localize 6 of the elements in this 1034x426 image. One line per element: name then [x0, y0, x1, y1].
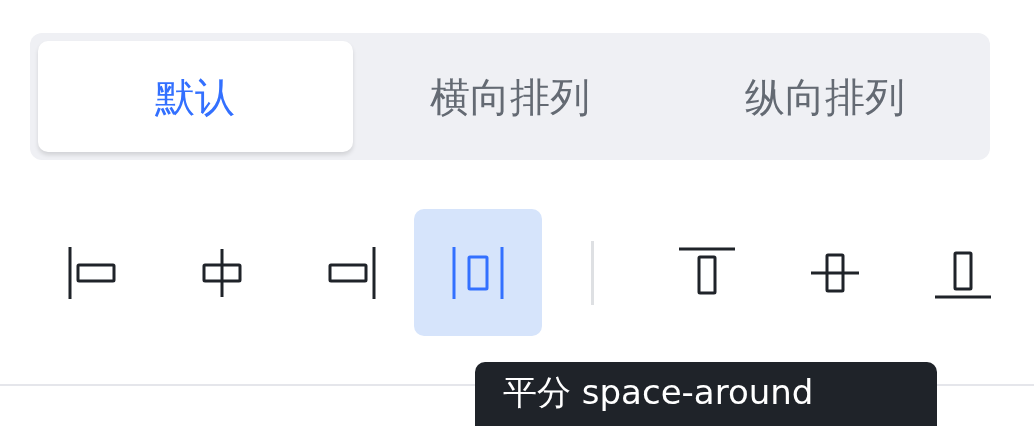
tooltip: 平分 space-around — [475, 362, 937, 426]
layout-tab[interactable]: 纵向排列 — [667, 41, 982, 152]
align-button[interactable] — [414, 209, 542, 336]
layout-tab[interactable]: 默认 — [38, 41, 353, 152]
layout-tab[interactable]: 横向排列 — [352, 41, 668, 152]
space-around-icon — [450, 244, 506, 301]
